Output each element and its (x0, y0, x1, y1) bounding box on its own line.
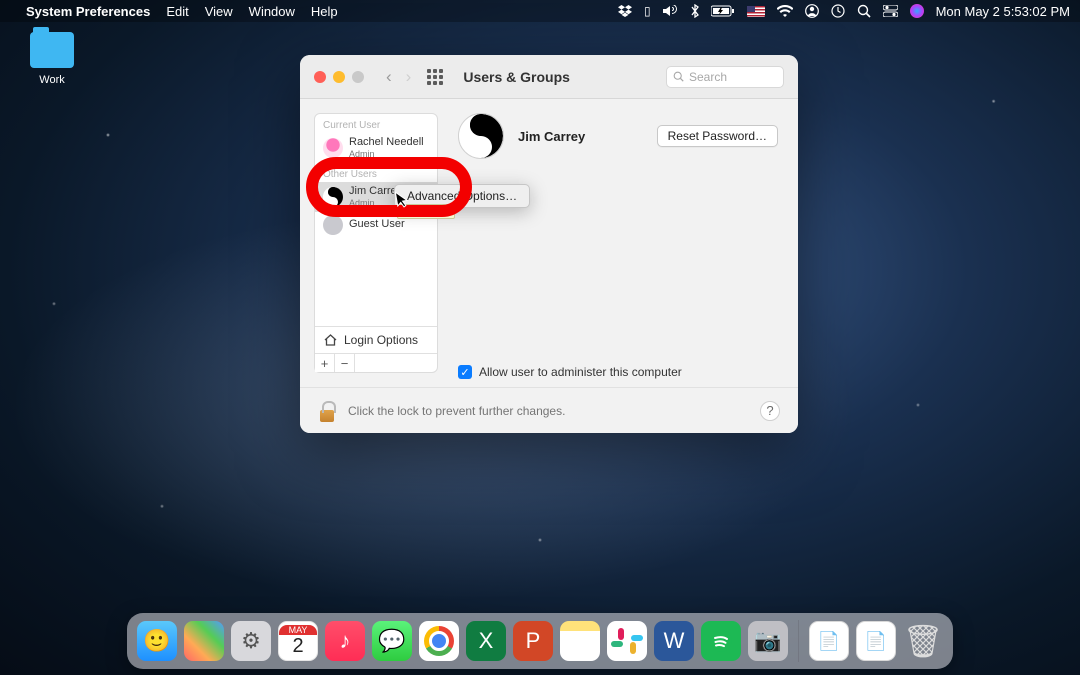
avatar-icon (323, 215, 343, 235)
folder-icon (30, 32, 74, 68)
dock-powerpoint[interactable]: P (513, 621, 553, 661)
dock-system-preferences[interactable]: ⚙ (231, 621, 271, 661)
traffic-lights (314, 71, 364, 83)
user-detail-panel: Jim Carrey Reset Password… ✓ Allow user … (438, 99, 798, 387)
dock-calendar[interactable]: MAY 2 (278, 621, 318, 661)
menu-help[interactable]: Help (311, 4, 338, 19)
dock-music[interactable]: ♪ (325, 621, 365, 661)
dock-messages[interactable]: 💬 (372, 621, 412, 661)
dock-app-misc[interactable]: 📷 (748, 621, 788, 661)
app-menu[interactable]: System Preferences (26, 4, 150, 19)
dock-spotify[interactable] (701, 621, 741, 661)
clock-icon[interactable] (831, 4, 845, 18)
spotlight-icon[interactable] (857, 4, 871, 18)
sidebar-header-other: Other Users (315, 163, 437, 182)
lock-hint-text: Click the lock to prevent further change… (348, 404, 565, 418)
dock-slack[interactable] (607, 621, 647, 661)
battery-icon[interactable] (711, 5, 735, 17)
dock-notes[interactable] (560, 621, 600, 661)
volume-icon[interactable] (663, 5, 679, 17)
login-options[interactable]: Login Options (315, 326, 437, 353)
user-avatar[interactable] (458, 113, 504, 159)
prefs-window: ‹ › Users & Groups Search Current User (300, 55, 798, 433)
dropbox-icon[interactable] (618, 5, 632, 17)
calendar-day: 2 (292, 635, 303, 658)
dock: 🙂 ⚙ MAY 2 ♪ 💬 X P W 📷 📄 📄 🗑 (127, 613, 953, 669)
menubar-clock[interactable]: Mon May 2 5:53:02 PM (936, 4, 1070, 19)
home-icon (323, 333, 338, 347)
window-footer: Click the lock to prevent further change… (300, 387, 798, 433)
user-name: Guest User (349, 218, 405, 231)
search-icon (673, 71, 684, 82)
status-icon-1[interactable]: ▯ (644, 4, 651, 18)
sidebar-header-current: Current User (315, 114, 437, 133)
dock-finder[interactable]: 🙂 (137, 621, 177, 661)
avatar-icon (323, 138, 343, 158)
back-button[interactable]: ‹ (386, 67, 392, 87)
checkbox-checked-icon: ✓ (458, 365, 472, 379)
admin-checkbox-row[interactable]: ✓ Allow user to administer this computer (458, 365, 682, 379)
dock-word[interactable]: W (654, 621, 694, 661)
dock-excel[interactable]: X (466, 621, 506, 661)
calendar-month: MAY (279, 625, 317, 635)
zoom-button[interactable] (352, 71, 364, 83)
dock-trash[interactable]: 🗑 (903, 621, 943, 661)
menubar: System Preferences Edit View Window Help… (0, 0, 1080, 22)
menu-edit[interactable]: Edit (166, 4, 188, 19)
sidebar-current-user[interactable]: Rachel Needell Admin (315, 133, 437, 163)
minimize-button[interactable] (333, 71, 345, 83)
dock-separator (798, 620, 799, 662)
add-user-button[interactable]: + (315, 354, 335, 372)
window-title: Users & Groups (463, 69, 570, 85)
reset-password-button[interactable]: Reset Password… (657, 125, 778, 147)
admin-checkbox-label: Allow user to administer this computer (479, 365, 682, 379)
close-button[interactable] (314, 71, 326, 83)
wifi-icon[interactable] (777, 5, 793, 17)
dock-chrome[interactable] (419, 621, 459, 661)
forward-button[interactable]: › (406, 67, 412, 87)
dock-launchpad[interactable] (184, 621, 224, 661)
desktop: System Preferences Edit View Window Help… (0, 0, 1080, 675)
users-sidebar: Current User Rachel Needell Admin Other … (314, 113, 438, 373)
bluetooth-icon[interactable] (691, 4, 699, 18)
login-options-label: Login Options (344, 333, 418, 347)
input-source-flag[interactable] (747, 6, 765, 17)
menu-window[interactable]: Window (249, 4, 295, 19)
desktop-folder-work[interactable]: Work (22, 32, 82, 86)
control-center-icon[interactable] (883, 5, 898, 17)
search-input[interactable]: Search (666, 66, 784, 88)
user-name: Rachel Needell (349, 136, 424, 149)
help-button[interactable]: ? (760, 401, 780, 421)
lock-button[interactable] (318, 400, 336, 422)
menu-view[interactable]: View (205, 4, 233, 19)
avatar-icon (323, 187, 343, 207)
user-role: Admin (349, 149, 424, 160)
siri-icon[interactable] (910, 4, 924, 18)
dock-doc-1[interactable]: 📄 (809, 621, 849, 661)
titlebar: ‹ › Users & Groups Search (300, 55, 798, 99)
desktop-folder-label: Work (22, 74, 82, 86)
remove-user-button[interactable]: − (335, 354, 355, 372)
dock-doc-2[interactable]: 📄 (856, 621, 896, 661)
selected-username: Jim Carrey (518, 129, 585, 144)
user-icon[interactable] (805, 4, 819, 18)
search-placeholder: Search (689, 70, 727, 84)
show-all-button[interactable] (427, 69, 443, 85)
